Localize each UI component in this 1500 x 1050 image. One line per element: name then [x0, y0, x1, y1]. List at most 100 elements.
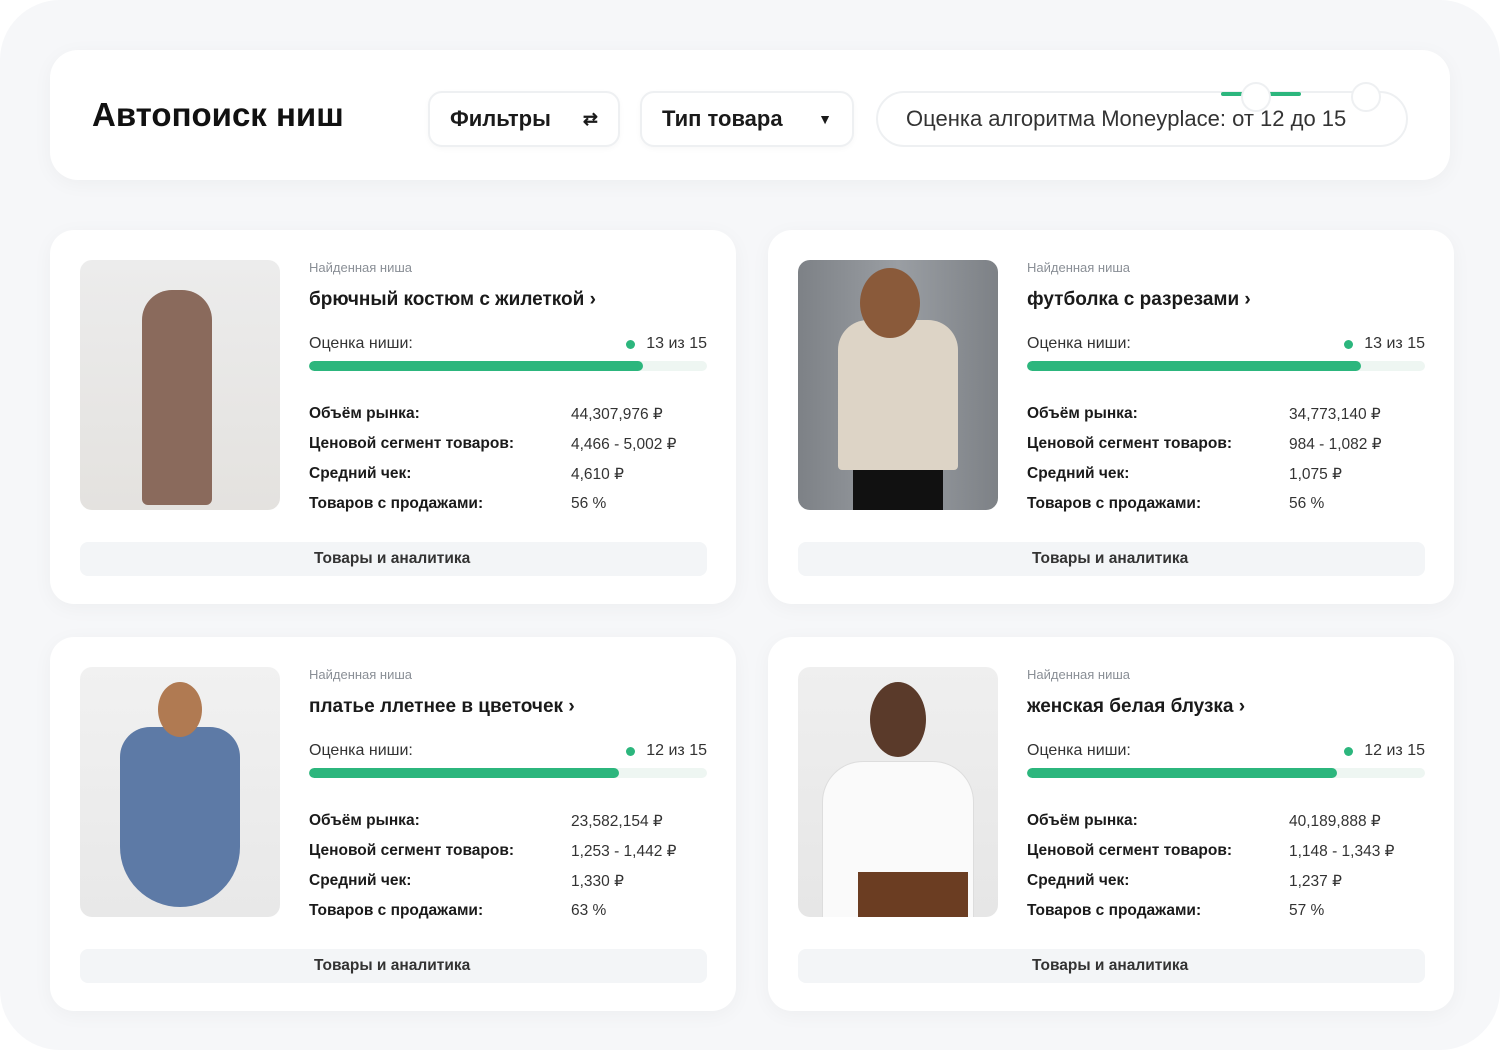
product-photo — [798, 260, 998, 510]
stat-label: Товаров с продажами: — [309, 495, 571, 513]
product-photo — [798, 667, 998, 917]
niche-card: Найденная ниша женская белая блузка › Оц… — [768, 637, 1454, 1011]
filters-label: Фильтры — [450, 106, 551, 132]
stat-label: Ценовой сегмент товаров: — [1027, 842, 1289, 860]
stat-value: 34,773,140 ₽ — [1289, 405, 1381, 424]
stat-row: Средний чек:1,330 ₽ — [309, 866, 707, 896]
filters-button[interactable]: Фильтры ⇄ — [428, 91, 620, 147]
stat-label: Товаров с продажами: — [1027, 495, 1289, 513]
stat-value: 984 - 1,082 ₽ — [1289, 435, 1382, 454]
stat-value: 1,330 ₽ — [571, 872, 624, 891]
products-analytics-button[interactable]: Товары и аналитика — [80, 542, 707, 576]
stat-row: Объём рынка:40,189,888 ₽ — [1027, 806, 1425, 836]
stat-label: Средний чек: — [1027, 465, 1289, 483]
product-photo — [80, 667, 280, 917]
score-label: Оценка ниши: — [309, 335, 413, 353]
stat-label: Ценовой сегмент товаров: — [309, 842, 571, 860]
stat-label: Средний чек: — [309, 872, 571, 890]
products-analytics-button[interactable]: Товары и аналитика — [798, 949, 1425, 983]
photo-figure — [860, 268, 920, 338]
stat-value: 56 % — [1289, 495, 1324, 513]
algorithm-score-range: Оценка алгоритма Moneyplace: от 12 до 15 — [876, 91, 1408, 147]
app-frame: Автопоиск ниш Фильтры ⇄ Тип товара ▼ Оце… — [0, 0, 1500, 1050]
photo-figure — [838, 320, 958, 470]
stat-label: Объём рынка: — [1027, 812, 1289, 830]
caret-down-icon: ▼ — [818, 111, 832, 127]
stat-row: Товаров с продажами:56 % — [1027, 489, 1425, 519]
photo-figure — [870, 682, 926, 757]
stat-label: Объём рынка: — [309, 405, 571, 423]
products-analytics-button[interactable]: Товары и аналитика — [798, 542, 1425, 576]
stat-row: Ценовой сегмент товаров:984 - 1,082 ₽ — [1027, 429, 1425, 459]
stat-label: Объём рынка: — [1027, 405, 1289, 423]
stat-label: Ценовой сегмент товаров: — [309, 435, 571, 453]
stat-value: 1,075 ₽ — [1289, 465, 1342, 484]
stat-label: Товаров с продажами: — [1027, 902, 1289, 920]
stat-row: Средний чек:1,237 ₽ — [1027, 866, 1425, 896]
chevron-right-icon: › — [1244, 289, 1250, 310]
score-value: 12 из 15 — [646, 742, 707, 760]
range-max-handle[interactable] — [1351, 82, 1381, 112]
score-bar-fill — [309, 768, 619, 778]
score-bar-fill — [1027, 361, 1361, 371]
stat-value: 1,253 - 1,442 ₽ — [571, 842, 677, 861]
stat-label: Средний чек: — [309, 465, 571, 483]
niche-name-link[interactable]: платье ллетнее в цветочек › — [309, 696, 707, 718]
header-panel: Автопоиск ниш Фильтры ⇄ Тип товара ▼ Оце… — [50, 50, 1450, 180]
found-niche-label: Найденная ниша — [309, 260, 707, 275]
stat-value: 1,237 ₽ — [1289, 872, 1342, 891]
stat-row: Товаров с продажами:63 % — [309, 896, 707, 926]
stat-row: Объём рынка:34,773,140 ₽ — [1027, 399, 1425, 429]
photo-figure — [142, 290, 212, 505]
sliders-icon: ⇄ — [583, 109, 598, 130]
stat-label: Средний чек: — [1027, 872, 1289, 890]
score-dot-icon — [1344, 340, 1353, 349]
range-label: Оценка алгоритма Moneyplace: от 12 до 15 — [906, 106, 1346, 132]
niche-card: Найденная ниша футболка с разрезами › Оц… — [768, 230, 1454, 604]
score-value: 13 из 15 — [646, 335, 707, 353]
score-bar — [309, 768, 707, 778]
photo-figure — [158, 682, 202, 737]
product-type-dropdown[interactable]: Тип товара ▼ — [640, 91, 854, 147]
score-label: Оценка ниши: — [1027, 742, 1131, 760]
found-niche-label: Найденная ниша — [309, 667, 707, 682]
stat-row: Объём рынка:44,307,976 ₽ — [309, 399, 707, 429]
products-analytics-button[interactable]: Товары и аналитика — [80, 949, 707, 983]
stat-row: Товаров с продажами:56 % — [309, 489, 707, 519]
stat-row: Объём рынка:23,582,154 ₽ — [309, 806, 707, 836]
score-dot-icon — [626, 747, 635, 756]
stat-label: Ценовой сегмент товаров: — [1027, 435, 1289, 453]
range-min-handle[interactable] — [1241, 82, 1271, 112]
stat-value: 4,466 - 5,002 ₽ — [571, 435, 677, 454]
score-value: 12 из 15 — [1364, 742, 1425, 760]
stat-label: Товаров с продажами: — [309, 902, 571, 920]
found-niche-label: Найденная ниша — [1027, 667, 1425, 682]
stat-value: 40,189,888 ₽ — [1289, 812, 1381, 831]
score-label: Оценка ниши: — [309, 742, 413, 760]
niche-name-link[interactable]: брючный костюм с жилеткой › — [309, 289, 707, 311]
stat-label: Объём рынка: — [309, 812, 571, 830]
chevron-right-icon: › — [590, 289, 596, 310]
photo-figure — [858, 872, 968, 917]
stat-row: Товаров с продажами:57 % — [1027, 896, 1425, 926]
product-type-label: Тип товара — [662, 106, 783, 132]
niche-name: брючный костюм с жилеткой — [309, 289, 584, 310]
score-dot-icon — [626, 340, 635, 349]
stat-value: 63 % — [571, 902, 606, 920]
stat-row: Ценовой сегмент товаров:1,148 - 1,343 ₽ — [1027, 836, 1425, 866]
found-niche-label: Найденная ниша — [1027, 260, 1425, 275]
score-value: 13 из 15 — [1364, 335, 1425, 353]
score-bar — [1027, 361, 1425, 371]
stat-value: 23,582,154 ₽ — [571, 812, 663, 831]
product-photo — [80, 260, 280, 510]
score-label: Оценка ниши: — [1027, 335, 1131, 353]
stat-value: 44,307,976 ₽ — [571, 405, 663, 424]
niche-name-link[interactable]: женская белая блузка › — [1027, 696, 1425, 718]
niche-name-link[interactable]: футболка с разрезами › — [1027, 289, 1425, 311]
niche-name: футболка с разрезами — [1027, 289, 1239, 310]
score-dot-icon — [1344, 747, 1353, 756]
score-bar-fill — [309, 361, 643, 371]
stat-value: 4,610 ₽ — [571, 465, 624, 484]
chevron-right-icon: › — [1239, 696, 1245, 717]
stat-row: Ценовой сегмент товаров:4,466 - 5,002 ₽ — [309, 429, 707, 459]
